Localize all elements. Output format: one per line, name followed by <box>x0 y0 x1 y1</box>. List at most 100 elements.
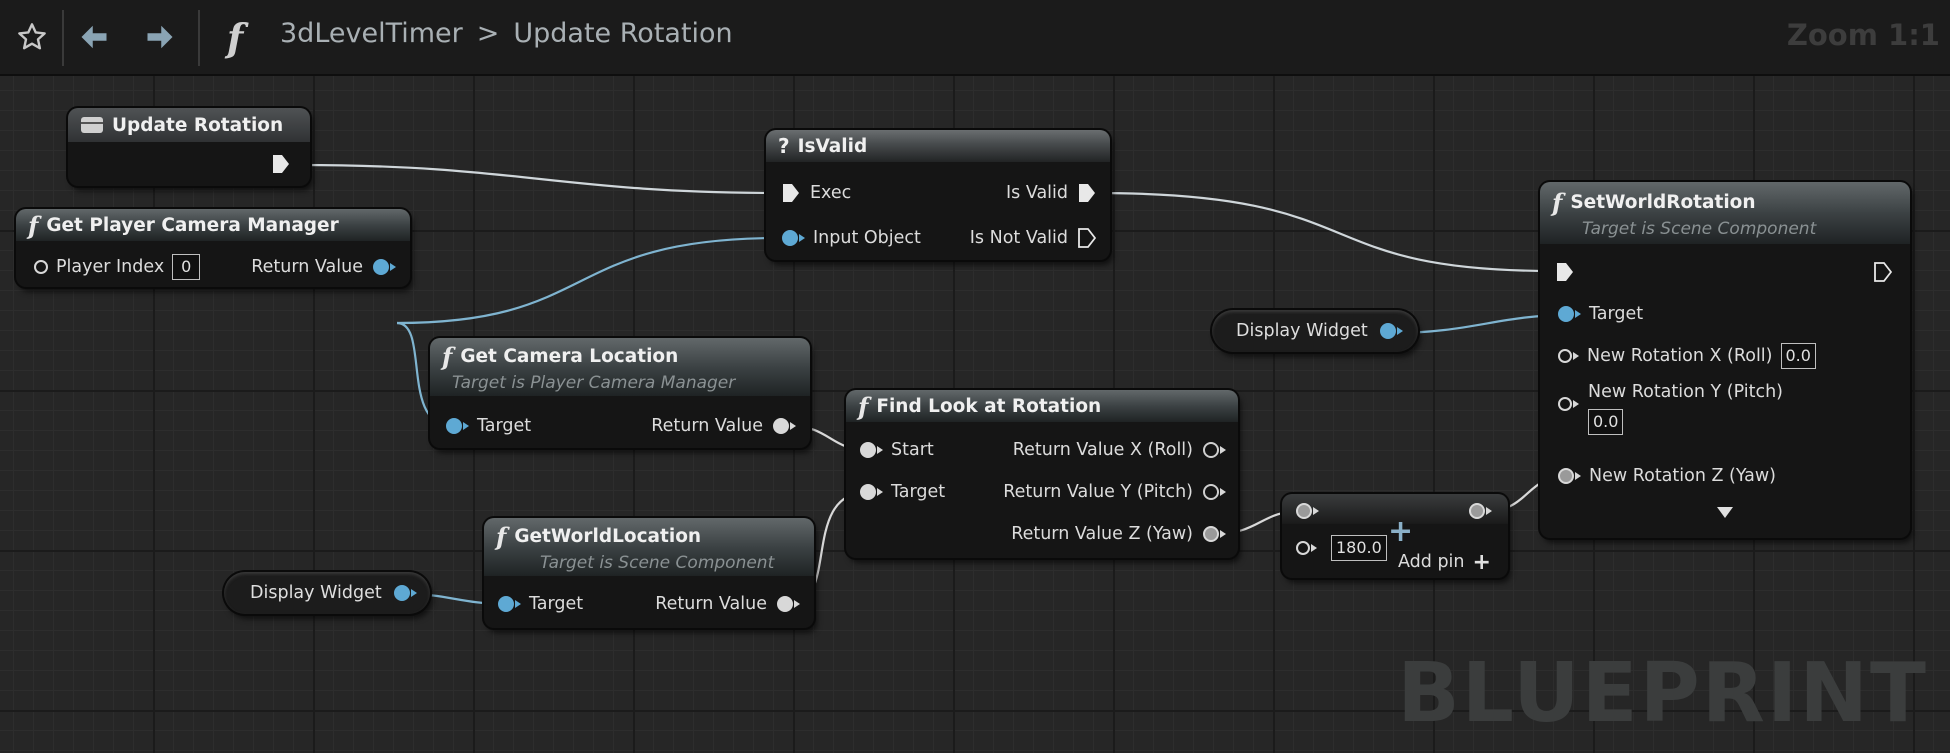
new-rotation-y-value[interactable]: 0.0 <box>1588 409 1624 435</box>
favorite-button[interactable] <box>10 12 54 62</box>
node-title: SetWorldRotation <box>1570 191 1756 213</box>
function-icon: f <box>28 210 39 240</box>
return-value-pin[interactable]: Return Value <box>655 590 800 618</box>
expand-pins-button[interactable] <box>1716 498 1734 526</box>
is-not-valid-exec-pin[interactable]: Is Not Valid <box>970 224 1096 252</box>
display-widget-variable-node[interactable]: Display Widget <box>224 572 430 614</box>
object-pin-icon[interactable] <box>1379 323 1396 339</box>
is-valid-node[interactable]: ? IsValid Exec Input Object Is Valid Is … <box>766 130 1110 260</box>
pin-arrow-icon <box>1575 472 1581 480</box>
object-pin-icon <box>446 418 462 434</box>
pin-arrow-icon <box>799 234 805 242</box>
new-rotation-z-pin[interactable]: New Rotation Z (Yaw) <box>1558 462 1776 490</box>
pin-label: Target <box>529 594 584 614</box>
add-pin-button[interactable]: Add pin + <box>1398 548 1491 576</box>
target-pin[interactable]: Target <box>1558 300 1643 328</box>
return-z-pin[interactable]: Return Value Z (Yaw) <box>1011 520 1226 548</box>
exec-input-pin[interactable]: Exec <box>782 179 851 207</box>
function-icon: f <box>496 521 507 551</box>
add-input-b-pin[interactable]: 180.0 <box>1296 534 1387 562</box>
vector-pin-icon <box>773 418 789 434</box>
add-output-pin[interactable] <box>1469 497 1492 525</box>
get-camera-location-node[interactable]: f Get Camera Location Target is Player C… <box>430 338 810 448</box>
pin-arrow-icon <box>1311 544 1317 552</box>
add-operator-icon: + <box>1388 514 1414 549</box>
is-valid-exec-pin[interactable]: Is Valid <box>1006 179 1096 207</box>
exec-wire <box>299 163 781 195</box>
vector-pin-icon <box>777 596 793 612</box>
exec-pin-icon <box>1557 263 1573 281</box>
add-float-node[interactable]: + 180.0 Add pin + <box>1282 494 1508 578</box>
get-world-location-node[interactable]: f GetWorldLocation Target is Scene Compo… <box>484 518 814 628</box>
float-pin-icon <box>1203 526 1219 542</box>
player-index-pin[interactable]: Player Index 0 <box>34 253 201 281</box>
start-pin[interactable]: Start <box>860 436 934 464</box>
pin-arrow-icon <box>1486 507 1492 515</box>
input-object-pin[interactable]: Input Object <box>782 224 921 252</box>
pin-label: Return Value X (Roll) <box>1012 440 1193 460</box>
variable-label: Display Widget <box>1236 321 1368 341</box>
add-input-a-pin[interactable] <box>1296 497 1319 525</box>
return-y-pin[interactable]: Return Value Y (Pitch) <box>1003 478 1226 506</box>
get-player-camera-manager-node[interactable]: f Get Player Camera Manager Player Index… <box>16 209 410 287</box>
pin-label: New Rotation X (Roll) <box>1587 346 1773 366</box>
target-pin[interactable]: Target <box>446 412 531 440</box>
exec-input-pin[interactable] <box>1556 258 1574 286</box>
pin-arrow-icon <box>390 263 396 271</box>
pin-arrow-icon <box>515 600 521 608</box>
blueprint-graph[interactable]: Update Rotation ? IsValid Exec Input Obj… <box>0 76 1950 753</box>
target-pin[interactable]: Target <box>498 590 583 618</box>
node-header: f Get Player Camera Manager <box>16 209 410 241</box>
node-title: Get Player Camera Manager <box>46 214 339 236</box>
back-button[interactable] <box>74 12 114 62</box>
object-pin-icon <box>782 230 798 246</box>
exec-pin-icon <box>1079 184 1095 202</box>
pin-label: New Rotation Y (Pitch) <box>1588 382 1783 402</box>
pin-label: Is Valid <box>1005 183 1068 203</box>
node-title: Get Camera Location <box>460 345 679 367</box>
new-rotation-y-label-row: New Rotation Y (Pitch) <box>1588 378 1783 406</box>
toolbar-divider <box>62 10 64 66</box>
function-icon: f <box>226 14 244 60</box>
node-subtitle: Target is Scene Component <box>540 552 775 573</box>
node-header: Update Rotation <box>68 108 310 142</box>
target-pin[interactable]: Target <box>860 478 945 506</box>
object-pin-icon[interactable] <box>393 585 410 601</box>
node-subtitle: Target is Scene Component <box>1582 218 1817 239</box>
plus-icon: + <box>1472 549 1491 575</box>
back-arrow-icon <box>81 25 107 49</box>
breadcrumb-parent[interactable]: 3dLevelTimer <box>280 18 463 49</box>
pin-arrow-icon <box>463 422 469 430</box>
new-rotation-x-value[interactable]: 0.0 <box>1780 343 1816 369</box>
exec-output-pin[interactable] <box>272 150 290 178</box>
display-widget-variable-node[interactable]: Display Widget <box>1212 310 1418 352</box>
pin-label: New Rotation Z (Yaw) <box>1589 466 1777 486</box>
find-look-at-rotation-node[interactable]: f Find Look at Rotation Start Target Ret… <box>846 390 1238 558</box>
pin-label: Return Value Z (Yaw) <box>1011 524 1193 544</box>
exec-output-pin[interactable] <box>1874 258 1892 286</box>
player-index-value[interactable]: 0 <box>172 254 201 280</box>
exec-pin-icon <box>273 155 289 173</box>
exec-pin-icon <box>783 184 799 202</box>
node-title-row: f GetWorldLocation <box>496 522 701 551</box>
breadcrumb-current: Update Rotation <box>513 18 733 49</box>
pin-label: Return Value Y (Pitch) <box>1003 482 1193 502</box>
return-x-pin[interactable]: Return Value X (Roll) <box>1013 436 1226 464</box>
return-value-pin[interactable]: Return Value <box>251 253 396 281</box>
macro-icon: ? <box>778 134 790 158</box>
forward-button[interactable] <box>140 12 180 62</box>
new-rotation-x-pin[interactable]: New Rotation X (Roll) 0.0 <box>1558 342 1816 370</box>
pin-arrow-icon <box>1396 327 1403 335</box>
zoom-level: Zoom 1:1 <box>1786 18 1940 52</box>
update-rotation-event-node[interactable]: Update Rotation <box>68 108 310 186</box>
toolbar-divider <box>198 10 200 66</box>
new-rotation-y-pin[interactable] <box>1558 390 1579 418</box>
return-value-pin[interactable]: Return Value <box>651 412 796 440</box>
add-b-value[interactable]: 180.0 <box>1331 535 1387 561</box>
exec-wire <box>1094 191 1556 273</box>
pin-label: Target <box>477 416 532 436</box>
function-icon: f <box>442 341 453 371</box>
pin-label: Exec <box>810 183 852 203</box>
float-pin-icon <box>1203 442 1219 458</box>
set-world-rotation-node[interactable]: f SetWorldRotation Target is Scene Compo… <box>1540 182 1910 538</box>
